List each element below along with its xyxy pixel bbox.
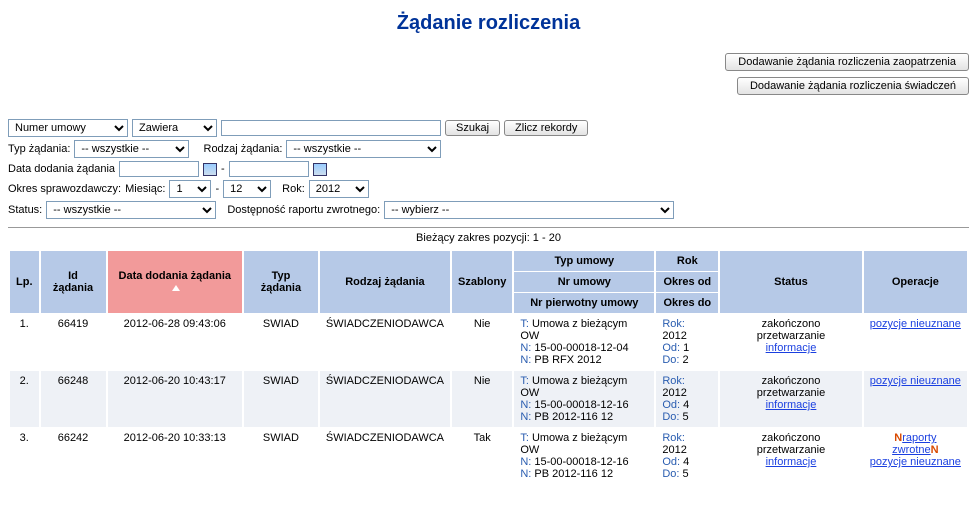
month-from-select[interactable]: 1: [169, 180, 211, 198]
cell-date: 2012-06-28 09:43:06: [108, 314, 242, 370]
cell-lp: 2.: [10, 371, 39, 427]
date-separator: -: [221, 163, 225, 175]
cell-templates: Tak: [452, 428, 512, 484]
type-label: Typ żądania:: [8, 143, 70, 155]
status-info-link[interactable]: informacje: [766, 342, 817, 354]
col-year[interactable]: Rok: [656, 251, 718, 271]
cell-kind: ŚWIADCZENIODAWCA: [320, 314, 450, 370]
cell-lp: 3.: [10, 428, 39, 484]
table-row: 3.662422012-06-20 10:33:13SWIADŚWIADCZEN…: [10, 428, 967, 484]
cell-lp: 1.: [10, 314, 39, 370]
table-row: 1.664192012-06-28 09:43:06SWIADŚWIADCZEN…: [10, 314, 967, 370]
col-lp[interactable]: Lp.: [10, 251, 39, 313]
col-type[interactable]: Typ żądania: [244, 251, 318, 313]
cell-templates: Nie: [452, 314, 512, 370]
cell-status: zakończono przetwarzanieinformacje: [720, 428, 861, 484]
add-service-request-button[interactable]: Dodawanie żądania rozliczenia świadczeń: [737, 77, 969, 95]
cell-id: 66419: [41, 314, 106, 370]
new-badge-icon: N: [931, 444, 939, 456]
cell-id: 66242: [41, 428, 106, 484]
cell-id: 66248: [41, 371, 106, 427]
separator: [8, 227, 969, 228]
operation-link[interactable]: pozycje nieuznane: [870, 375, 961, 387]
cell-type: SWIAD: [244, 428, 318, 484]
year-label: Rok:: [282, 183, 305, 195]
kind-label: Rodzaj żądania:: [204, 143, 283, 155]
status-info-link[interactable]: informacje: [766, 399, 817, 411]
cell-agreement: T: Umowa z bieżącym OWN: 15-00-00018-12-…: [514, 371, 654, 427]
search-match-select[interactable]: Zawiera: [132, 119, 217, 137]
cell-kind: ŚWIADCZENIODAWCA: [320, 371, 450, 427]
page-title: Żądanie rozliczenia: [8, 12, 969, 35]
range-text: Bieżący zakres pozycji: 1 - 20: [8, 232, 969, 244]
col-date-added[interactable]: Data dodania żądania: [108, 251, 242, 313]
col-period-from[interactable]: Okres od: [656, 272, 718, 292]
cell-period: Rok: 2012Od: 4Do: 5: [656, 428, 718, 484]
cell-operations: pozycje nieuznane: [864, 314, 967, 370]
add-supply-request-button[interactable]: Dodawanie żądania rozliczenia zaopatrzen…: [725, 53, 969, 71]
status-info-link[interactable]: informacje: [766, 456, 817, 468]
cell-status: zakończono przetwarzanieinformacje: [720, 314, 861, 370]
status-label: Status:: [8, 204, 42, 216]
search-value-input[interactable]: [221, 120, 441, 136]
col-templates[interactable]: Szablony: [452, 251, 512, 313]
month-label: Miesiąc:: [125, 183, 165, 195]
cell-type: SWIAD: [244, 371, 318, 427]
operation-link[interactable]: pozycje nieuznane: [870, 456, 961, 468]
operation-link[interactable]: pozycje nieuznane: [870, 318, 961, 330]
search-field-select[interactable]: Numer umowy: [8, 119, 128, 137]
results-table: Lp. Id żądania Data dodania żądania Typ …: [8, 250, 969, 485]
month-to-select[interactable]: 12: [223, 180, 271, 198]
count-records-button[interactable]: Zlicz rekordy: [504, 120, 588, 136]
status-select[interactable]: -- wszystkie --: [46, 201, 216, 219]
search-button[interactable]: Szukaj: [445, 120, 500, 136]
cell-kind: ŚWIADCZENIODAWCA: [320, 428, 450, 484]
cell-agreement: T: Umowa z bieżącym OWN: 15-00-00018-12-…: [514, 314, 654, 370]
sort-asc-icon: [172, 285, 180, 291]
type-select[interactable]: -- wszystkie --: [74, 140, 189, 158]
calendar-icon[interactable]: [203, 163, 217, 176]
month-separator: -: [215, 183, 219, 195]
cell-templates: Nie: [452, 371, 512, 427]
col-agr-primary[interactable]: Nr pierwotny umowy: [514, 293, 654, 313]
col-ops[interactable]: Operacje: [864, 251, 967, 313]
col-status[interactable]: Status: [720, 251, 861, 313]
cell-type: SWIAD: [244, 314, 318, 370]
col-agr-type[interactable]: Typ umowy: [514, 251, 654, 271]
date-added-label: Data dodania żądania: [8, 163, 115, 175]
year-select[interactable]: 2012: [309, 180, 369, 198]
date-to-input[interactable]: [229, 161, 309, 177]
col-id[interactable]: Id żądania: [41, 251, 106, 313]
col-agr-no[interactable]: Nr umowy: [514, 272, 654, 292]
kind-select[interactable]: -- wszystkie --: [286, 140, 441, 158]
report-avail-select[interactable]: -- wybierz --: [384, 201, 674, 219]
calendar-icon[interactable]: [313, 163, 327, 176]
period-label: Okres sprawozdawczy:: [8, 183, 121, 195]
date-from-input[interactable]: [119, 161, 199, 177]
table-row: 2.662482012-06-20 10:43:17SWIADŚWIADCZEN…: [10, 371, 967, 427]
cell-date: 2012-06-20 10:33:13: [108, 428, 242, 484]
cell-agreement: T: Umowa z bieżącym OWN: 15-00-00018-12-…: [514, 428, 654, 484]
cell-date: 2012-06-20 10:43:17: [108, 371, 242, 427]
cell-operations: Nraporty zwrotneNpozycje nieuznane: [864, 428, 967, 484]
cell-period: Rok: 2012Od: 1Do: 2: [656, 314, 718, 370]
cell-period: Rok: 2012Od: 4Do: 5: [656, 371, 718, 427]
cell-status: zakończono przetwarzanieinformacje: [720, 371, 861, 427]
col-kind[interactable]: Rodzaj żądania: [320, 251, 450, 313]
cell-operations: pozycje nieuznane: [864, 371, 967, 427]
report-avail-label: Dostępność raportu zwrotnego:: [227, 204, 380, 216]
col-period-to[interactable]: Okres do: [656, 293, 718, 313]
